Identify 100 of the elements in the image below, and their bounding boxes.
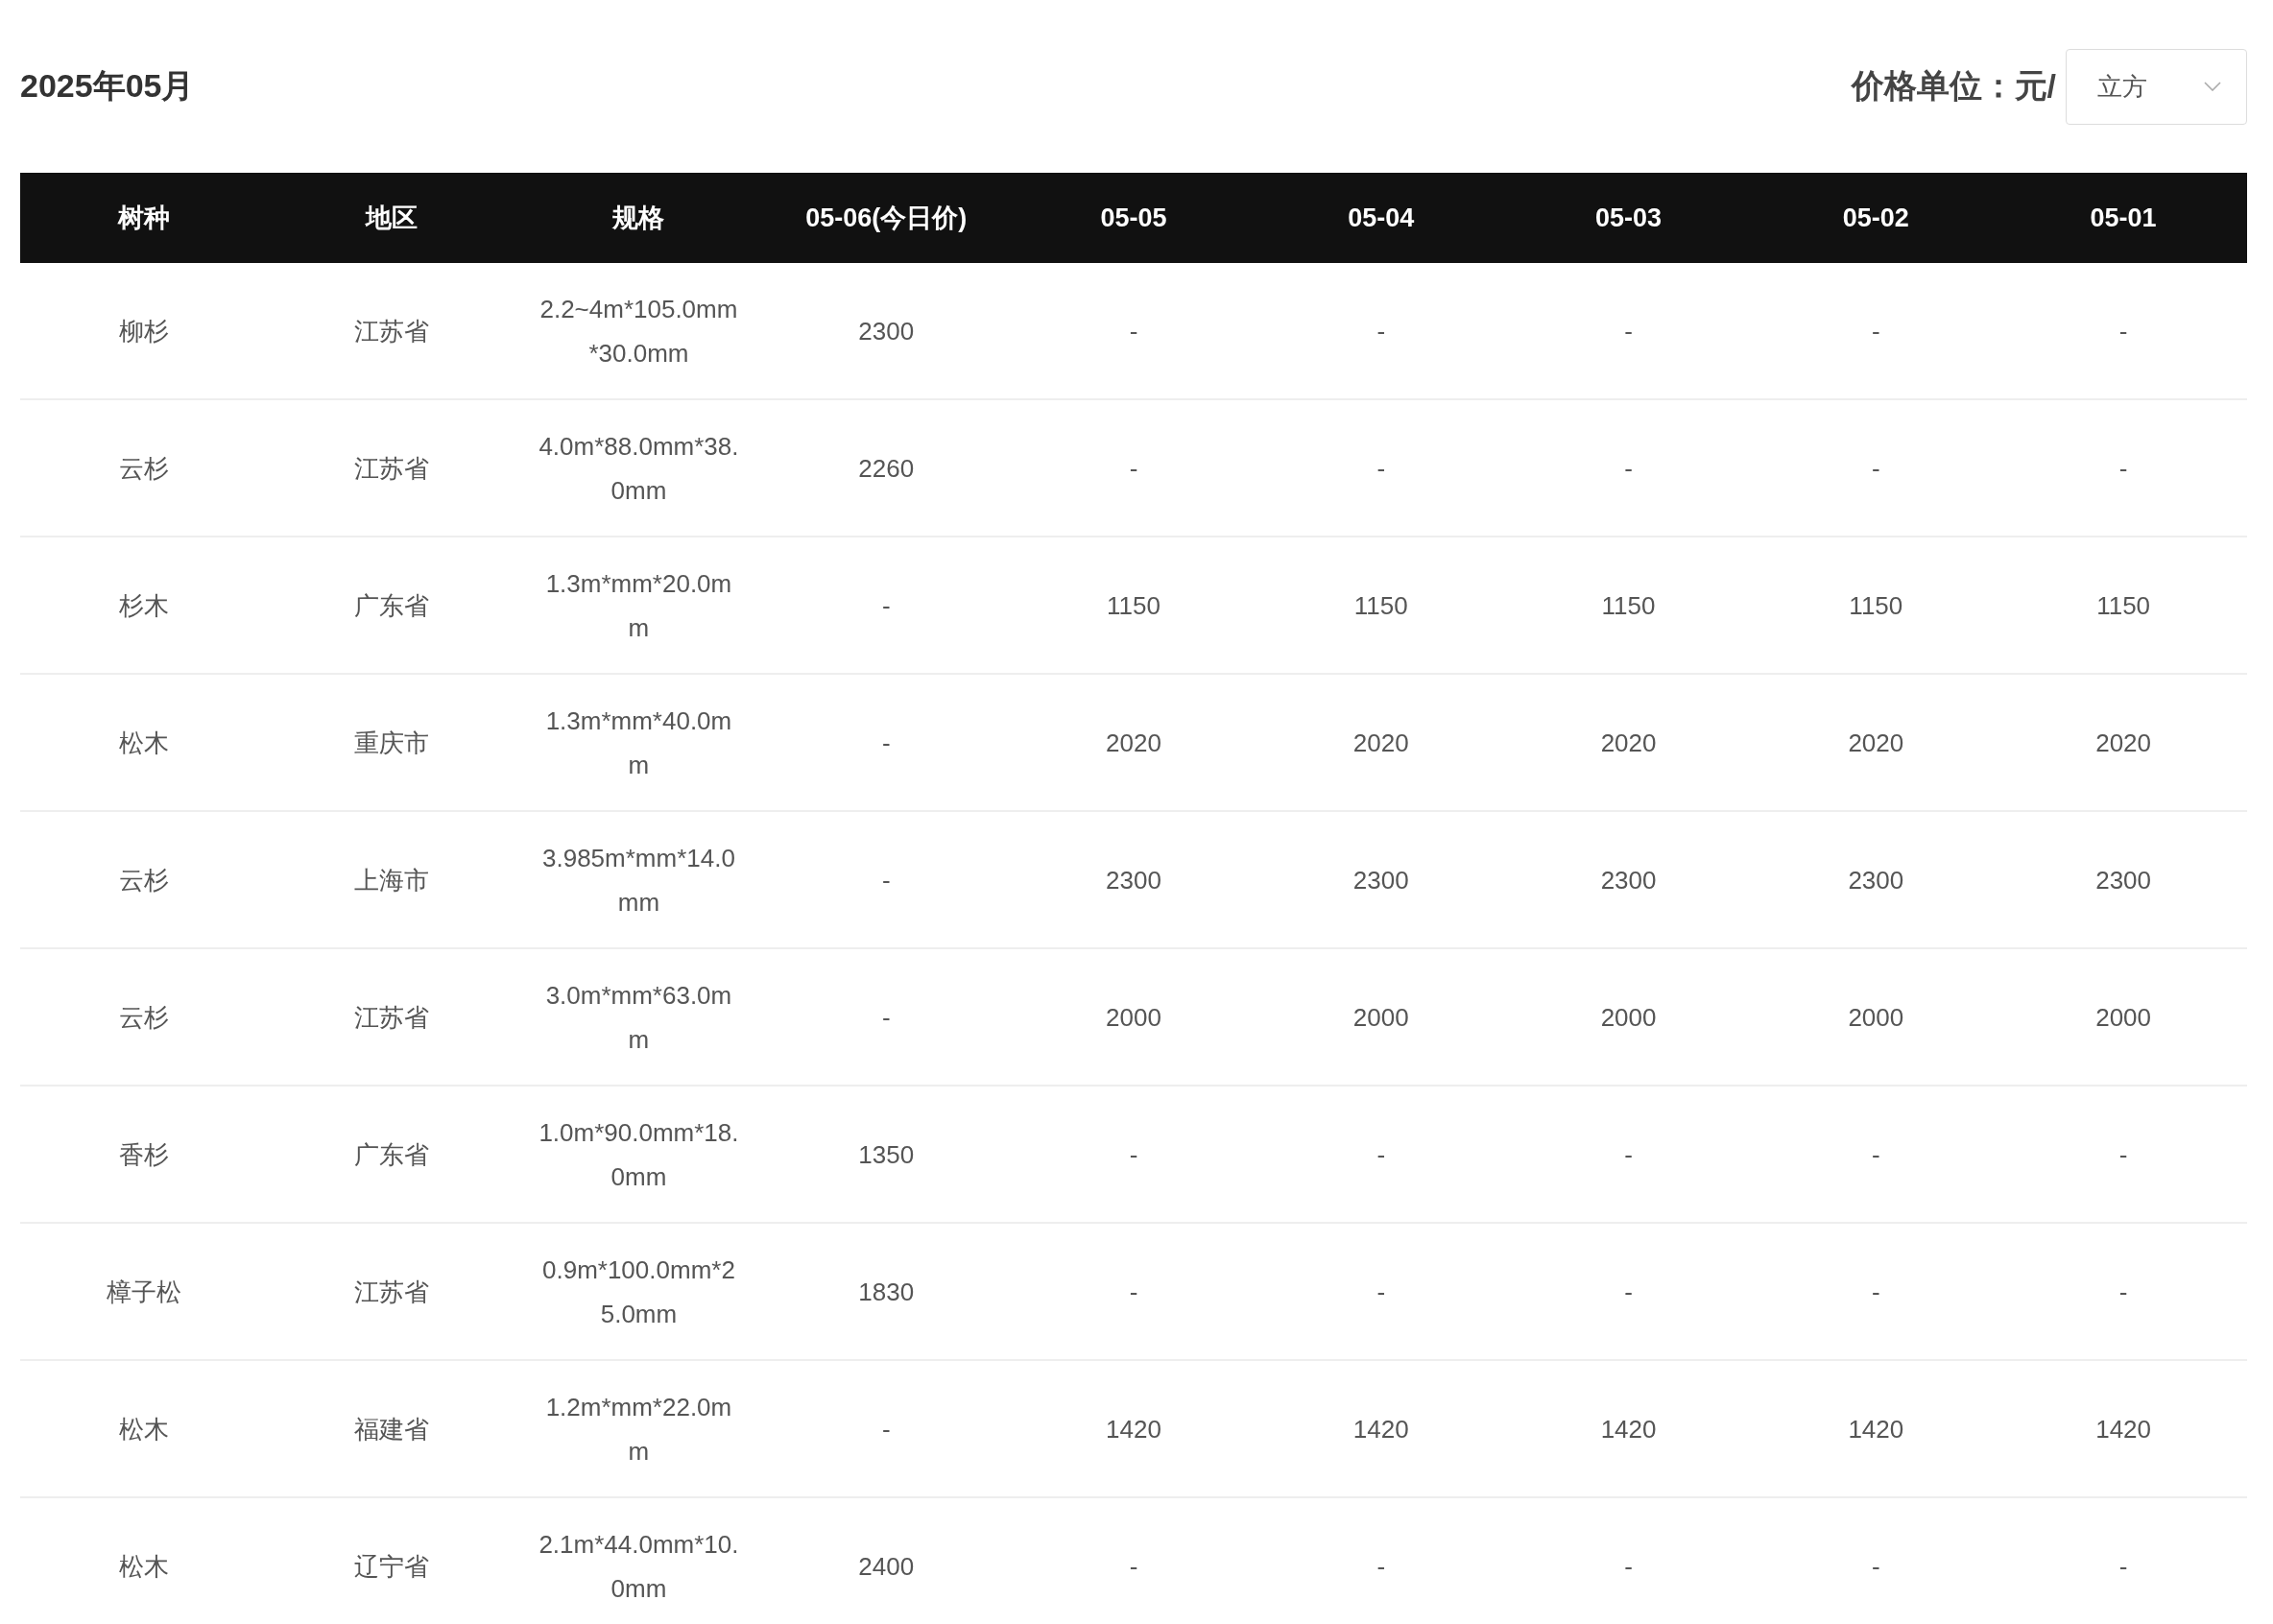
- table-cell-text: 1150: [1107, 589, 1160, 622]
- table-cell-text: 2260: [858, 452, 915, 485]
- table-cell-text: 2000: [1352, 1001, 1409, 1034]
- table-cell-text: 2000: [1600, 1001, 1657, 1034]
- table-cell-text: -: [1129, 315, 1138, 347]
- table-cell-text: -: [1129, 452, 1138, 485]
- table-cell-text: 1420: [2095, 1413, 2151, 1445]
- price-unit-label: 价格单位：元/: [1851, 66, 2056, 106]
- column-header: 树种: [117, 203, 170, 234]
- table-cell-text: -: [1376, 1550, 1386, 1583]
- table-cell-text: 1420: [1848, 1413, 1904, 1445]
- table-cell-text: 2300: [858, 315, 915, 347]
- table-cell-text: -: [1624, 452, 1633, 485]
- table-cell-text: 江苏省: [353, 1001, 429, 1034]
- table-cell-text: 1830: [858, 1276, 915, 1308]
- table-cell-text: 1.3m*mm*40.0mm: [544, 705, 733, 781]
- table-cell-text: 云杉: [118, 864, 169, 896]
- table-cell-text: 2300: [1848, 864, 1904, 896]
- table-cell-text: -: [2118, 452, 2128, 485]
- table-cell-text: 0.9m*100.0mm*25.0mm: [541, 1254, 736, 1330]
- table-cell-text: 2.2~4m*105.0mm*30.0mm: [538, 293, 739, 370]
- table-cell-text: 2020: [2095, 727, 2151, 759]
- table-cell-text: 江苏省: [353, 315, 429, 347]
- table-cell-text: 2400: [858, 1550, 915, 1583]
- table-cell-text: -: [1624, 1550, 1633, 1583]
- table-cell-text: -: [2118, 1138, 2128, 1171]
- table-cell-text: -: [1376, 315, 1386, 347]
- table-cell-text: 广东省: [353, 1138, 429, 1171]
- table-cell-text: -: [881, 727, 891, 759]
- table-cell-text: 杉木: [118, 589, 169, 622]
- table-cell-text: 2300: [2095, 864, 2151, 896]
- table-cell-text: -: [881, 864, 891, 896]
- table-cell-text: -: [2118, 315, 2128, 347]
- table-cell-text: 柳杉: [118, 315, 169, 347]
- column-header: 05-06(今日价): [805, 203, 968, 234]
- table-cell-text: 3.985m*mm*14.0mm: [541, 842, 736, 919]
- table-cell-text: 2000: [1848, 1001, 1904, 1034]
- table-cell-text: 1150: [1849, 589, 1903, 622]
- table-cell-text: 2000: [1106, 1001, 1161, 1034]
- table-cell-text: 1150: [1353, 589, 1408, 622]
- table-cell-text: 上海市: [353, 864, 429, 896]
- table-cell-text: 2300: [1352, 864, 1409, 896]
- unit-select[interactable]: 立方: [2066, 48, 2247, 125]
- table-cell-text: 重庆市: [353, 727, 429, 759]
- table-cell-text: 1150: [2096, 589, 2151, 622]
- table-cell-text: -: [1624, 315, 1633, 347]
- column-header: 05-03: [1595, 203, 1663, 233]
- table-cell-text: -: [1129, 1550, 1138, 1583]
- table-cell-text: 江苏省: [353, 1276, 429, 1308]
- chevron-down-icon: [2204, 82, 2221, 91]
- table-cell-text: -: [2118, 1276, 2128, 1308]
- table-cell-text: 松木: [118, 1550, 169, 1583]
- table-cell-text: -: [1376, 1276, 1386, 1308]
- table-cell-text: -: [2118, 1550, 2128, 1583]
- table-cell-text: 2300: [1106, 864, 1161, 896]
- table-cell-text: 2020: [1352, 727, 1409, 759]
- table-cell-text: 辽宁省: [353, 1550, 429, 1583]
- table-cell-text: -: [1624, 1276, 1633, 1308]
- table-cell-text: -: [1624, 1138, 1633, 1171]
- table-cell-text: -: [881, 1413, 891, 1445]
- table-cell-text: 2020: [1106, 727, 1161, 759]
- table-cell-text: 3.0m*mm*63.0mm: [544, 979, 733, 1056]
- column-header: 地区: [365, 203, 418, 234]
- column-header: 05-02: [1842, 203, 1909, 233]
- table-cell-text: 1350: [858, 1138, 915, 1171]
- table-cell-text: -: [1872, 315, 1880, 347]
- table-cell-text: 广东省: [353, 589, 429, 622]
- table-cell-text: -: [1872, 1276, 1880, 1308]
- table-cell-text: 4.0m*88.0mm*38.0mm: [538, 430, 740, 507]
- table-cell-text: -: [881, 1001, 891, 1034]
- table-cell-text: 福建省: [353, 1413, 429, 1445]
- table-cell-text: 1.3m*mm*20.0mm: [544, 567, 733, 644]
- table-cell-text: 2000: [2095, 1001, 2151, 1034]
- table-cell-text: 1150: [1601, 589, 1656, 622]
- table-cell-text: 香杉: [118, 1138, 169, 1171]
- table-cell-text: -: [1376, 452, 1386, 485]
- table-cell-text: 1.2m*mm*22.0mm: [544, 1391, 733, 1468]
- table-cell-text: 松木: [118, 1413, 169, 1445]
- table-cell-text: 1420: [1600, 1413, 1657, 1445]
- table-cell-text: -: [1129, 1276, 1138, 1308]
- table-cell-text: 2.1m*44.0mm*10.0mm: [538, 1528, 740, 1605]
- table-cell-text: -: [1872, 1138, 1880, 1171]
- table-cell-text: -: [1129, 1138, 1138, 1171]
- table-cell-text: 2020: [1600, 727, 1657, 759]
- table-cell-text: 樟子松: [106, 1276, 181, 1308]
- table-cell-text: 2300: [1600, 864, 1657, 896]
- table-cell-text: 1420: [1106, 1413, 1161, 1445]
- month-title: 2025年05月: [20, 66, 195, 106]
- table-cell-text: 1420: [1352, 1413, 1409, 1445]
- column-header: 05-01: [2090, 203, 2157, 233]
- table-cell-text: 江苏省: [353, 452, 429, 485]
- table-cell-text: 云杉: [118, 1001, 169, 1034]
- column-header: 05-04: [1348, 203, 1415, 233]
- table-cell-text: 2020: [1848, 727, 1904, 759]
- table-cell-text: -: [1872, 1550, 1880, 1583]
- column-header: 05-05: [1100, 203, 1167, 233]
- table-cell-text: -: [1872, 452, 1880, 485]
- table-cell-text: 云杉: [118, 452, 169, 485]
- table-cell-text: -: [1376, 1138, 1386, 1171]
- table-cell-text: 松木: [118, 727, 169, 759]
